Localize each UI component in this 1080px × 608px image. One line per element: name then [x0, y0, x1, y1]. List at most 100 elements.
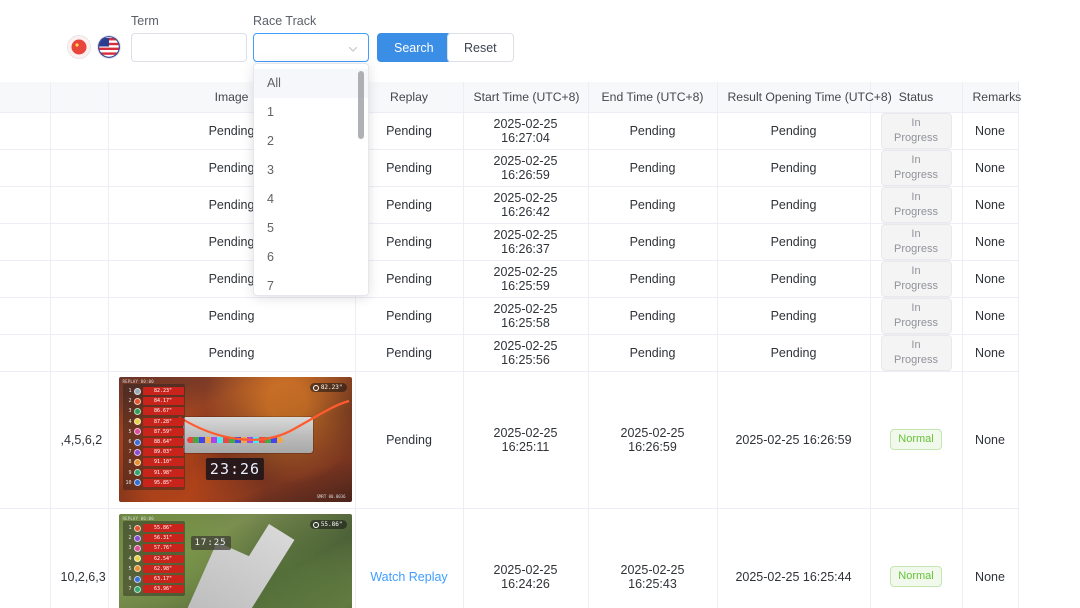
table-row[interactable]: 10,2,6,3 REPLAY 00:00 1 55.86" 2 56.31" 3 57.76… [0, 508, 1019, 608]
cell-start-time: 2025-02-25 16:25:56 [463, 334, 589, 372]
leaderboard-row: 5 62.98" [124, 564, 184, 574]
cell-blank2 [50, 149, 109, 187]
cell-end-time: Pending [588, 297, 718, 335]
leaderboard-time: 63.96" [142, 585, 184, 594]
cell-blank2: ,4,5,6,2 [50, 371, 109, 509]
cell-result-opening-time: Pending [717, 297, 871, 335]
leaderboard-time: 86.67" [142, 407, 184, 416]
cell-blank2 [50, 112, 109, 150]
leaderboard-row: 2 56.31" [124, 533, 184, 543]
cell-status: In Progress [870, 223, 963, 261]
dropdown-option-3[interactable]: 3 [254, 156, 368, 185]
column-header-blank1 [0, 82, 51, 113]
race-leaderboard: 1 82.23" 2 84.17" 3 86.67" 4 87.28" 5 87.59" 6 88.6… [122, 384, 185, 490]
racer-color-dot-icon [133, 448, 141, 456]
leaderboard-time: 89.03" [142, 448, 184, 457]
racer-color-dot-icon [133, 469, 141, 477]
table-row[interactable]: Pending Pending 2025-02-25 16:25:59 Pending… [0, 260, 1019, 298]
racer-color-dot-icon [133, 524, 141, 532]
leaderboard-time: 82.23" [142, 387, 184, 396]
watch-replay-link[interactable]: Watch Replay [370, 570, 447, 584]
dropdown-option-5[interactable]: 5 [254, 214, 368, 243]
cell-blank2 [50, 297, 109, 335]
cell-start-time: 2025-02-25 16:25:59 [463, 260, 589, 298]
racer-color-dot-icon [133, 418, 141, 426]
leaderboard-row: 3 57.76" [124, 543, 184, 553]
table-header-row: Image Replay Start Time (UTC+8) End Time… [0, 82, 1021, 113]
cell-end-time: Pending [588, 260, 718, 298]
leaderboard-row: 3 86.67" [124, 406, 184, 416]
cell-end-time: Pending [588, 149, 718, 187]
cell-replay: Pending [355, 297, 464, 335]
table-row[interactable]: Pending Pending 2025-02-25 16:26:59 Pending… [0, 149, 1019, 187]
cell-start-time: 2025-02-25 16:26:59 [463, 149, 589, 187]
reset-button[interactable]: Reset [447, 33, 514, 62]
cell-image: REPLAY 00:00 SMRT 00.0036 1 82.23" 2 84.17" 3 8… [108, 371, 356, 509]
cell-image: REPLAY 00:00 1 55.86" 2 56.31" 3 57.76" 4 62.54"… [108, 508, 356, 608]
cell-replay: Pending [355, 260, 464, 298]
table-row[interactable]: Pending Pending 2025-02-25 16:25:58 Pending… [0, 297, 1019, 335]
dropdown-scrollbar-thumb[interactable] [358, 71, 364, 139]
racer-color-dot-icon [133, 407, 141, 415]
dropdown-option-all[interactable]: All [254, 69, 368, 98]
leaderboard-time: 87.28" [142, 417, 184, 426]
cell-replay[interactable]: Watch Replay [355, 508, 464, 608]
leaderboard-row: 8 91.10" [124, 457, 184, 467]
leaderboard-rank: 7 [128, 586, 132, 593]
leaderboard-rank: 7 [128, 449, 132, 456]
leaderboard-row: 2 84.17" [124, 396, 184, 406]
cell-remarks: None [962, 334, 1019, 372]
leaderboard-row: 1 55.86" [124, 523, 184, 533]
column-header-replay: Replay [355, 82, 464, 113]
column-header-end-time: End Time (UTC+8) [588, 82, 718, 113]
race-track-select[interactable] [253, 33, 369, 62]
status-badge: In Progress [880, 297, 952, 334]
leaderboard-rank: 5 [128, 428, 132, 435]
race-thumbnail[interactable]: REPLAY 00:00 SMRT 00.0036 1 82.23" 2 84.17" 3 8… [118, 377, 352, 502]
dropdown-option-4[interactable]: 4 [254, 185, 368, 214]
table-row[interactable]: Pending Pending 2025-02-25 16:25:56 Pending… [0, 334, 1019, 372]
cell-status: In Progress [870, 186, 963, 224]
dropdown-option-1[interactable]: 1 [254, 98, 368, 127]
status-badge: In Progress [880, 260, 952, 297]
race-thumbnail[interactable]: REPLAY 00:00 1 55.86" 2 56.31" 3 57.76" 4 62.54"… [118, 514, 352, 608]
racer-color-dot-icon [133, 534, 141, 542]
results-table-container[interactable]: Image Replay Start Time (UTC+8) End Time… [0, 82, 1080, 608]
cell-result-opening-time: Pending [717, 260, 871, 298]
search-button[interactable]: Search [377, 33, 451, 62]
leaderboard-rank: 10 [125, 479, 132, 486]
leaderboard-time: 91.98" [142, 468, 184, 477]
best-time-value: 55.86" [320, 521, 343, 528]
table-row[interactable]: Pending Pending 2025-02-25 16:26:42 Pending… [0, 186, 1019, 224]
term-input[interactable] [131, 33, 247, 62]
leaderboard-time: 95.85" [142, 478, 184, 487]
cell-remarks: None [962, 260, 1019, 298]
racer-color-dot-icon [133, 438, 141, 446]
cell-blank1 [0, 297, 51, 335]
flag-us-icon[interactable] [98, 36, 120, 58]
table-row[interactable]: ,4,5,6,2 REPLAY 00:00 SMRT 00.0036 1 82.23" 2… [0, 371, 1019, 509]
dropdown-scrollbar-track[interactable] [358, 67, 366, 293]
cell-blank1 [0, 149, 51, 187]
cell-result-opening-time: Pending [717, 186, 871, 224]
table-row[interactable]: Pending Pending 2025-02-25 16:27:04 Pending… [0, 112, 1019, 150]
leaderboard-rank: 8 [128, 459, 132, 466]
cell-end-time: 2025-02-25 16:25:43 [588, 508, 718, 608]
race-track-label: Race Track [253, 14, 317, 28]
flag-cn-icon[interactable] [68, 36, 90, 58]
dropdown-option-7[interactable]: 7 [254, 272, 368, 295]
dropdown-option-2[interactable]: 2 [254, 127, 368, 156]
dropdown-option-6[interactable]: 6 [254, 243, 368, 272]
table-row[interactable]: Pending Pending 2025-02-25 16:26:37 Pending… [0, 223, 1019, 261]
race-track-dropdown[interactable]: All 1 2 3 4 5 6 7 [253, 63, 369, 296]
racer-color-dot-icon [133, 544, 141, 552]
cell-end-time: Pending [588, 223, 718, 261]
cell-replay: Pending [355, 149, 464, 187]
cell-result-opening-time: 2025-02-25 16:25:44 [717, 508, 871, 608]
leaderboard-time: 57.76" [142, 544, 184, 553]
cell-blank1 [0, 223, 51, 261]
cell-blank1 [0, 260, 51, 298]
chevron-down-icon [347, 42, 359, 54]
leaderboard-row: 6 88.64" [124, 437, 184, 447]
cell-remarks: None [962, 186, 1019, 224]
